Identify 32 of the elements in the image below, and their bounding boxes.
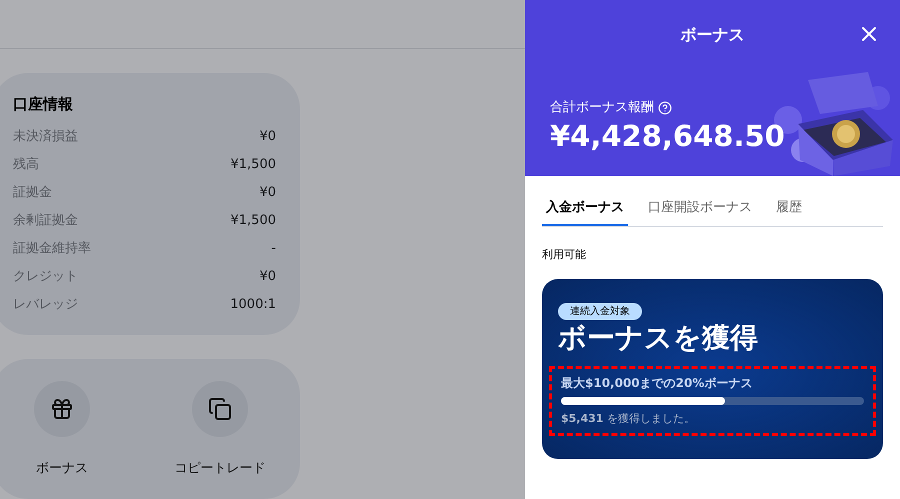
row-label: 未決済損益: [13, 128, 78, 146]
card-headline: ボーナスを獲得: [558, 320, 759, 356]
shortcut-label: コピートレード: [174, 460, 266, 478]
row-value: ¥0: [259, 128, 276, 146]
tab[interactable]: 履歴: [772, 198, 806, 226]
bonus-card[interactable]: 連続入金対象 ボーナスを獲得 最大$10,000までの20%ボーナス $5,431 を獲得しました。: [542, 279, 883, 459]
gift-icon: [50, 397, 74, 421]
shortcut-label: ボーナス: [36, 460, 88, 478]
row-label: 証拠金: [13, 184, 52, 202]
section-label: 利用可能: [542, 246, 587, 262]
badge: 連続入金対象: [558, 303, 642, 320]
row-value: ¥0: [259, 184, 276, 202]
progress-text: $5,431 を獲得しました。: [561, 411, 696, 427]
row-label: クレジット: [13, 268, 78, 286]
tab[interactable]: 入金ボーナス: [542, 198, 628, 226]
row-label: 残高: [13, 156, 39, 174]
row-value: ¥1,500: [230, 156, 276, 174]
copy-icon: [208, 397, 232, 421]
tab[interactable]: 口座開設ボーナス: [644, 198, 756, 226]
row-value: ¥0: [259, 268, 276, 286]
row-value: -: [271, 240, 276, 258]
offer-text: 最大$10,000までの20%ボーナス: [561, 375, 754, 392]
card-title: 口座情報: [13, 94, 74, 114]
row-label: 余剰証拠金: [13, 212, 78, 230]
help-icon[interactable]: [658, 100, 672, 115]
total-label: 合計ボーナス報酬: [550, 99, 654, 117]
row-value: ¥1,500: [230, 212, 276, 230]
panel-title: ボーナス: [680, 24, 744, 46]
row-label: 証拠金維持率: [13, 240, 91, 258]
row-label: レバレッジ: [13, 296, 78, 314]
row-value: 1000:1: [230, 296, 276, 314]
total-amount: ¥4,428,648.50: [550, 118, 786, 154]
